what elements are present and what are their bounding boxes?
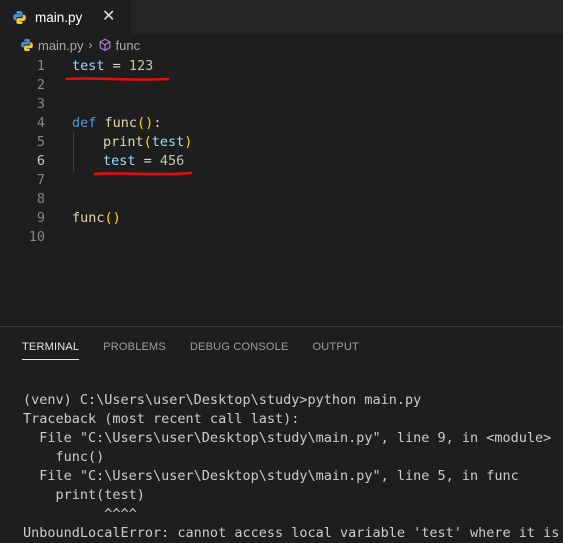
line-number: 8	[36, 190, 45, 207]
line-number: 6	[36, 152, 45, 169]
method-icon	[98, 38, 112, 52]
code-text: print(test)	[103, 134, 192, 150]
code-text: test = 123	[72, 58, 153, 74]
token-variable: test	[151, 133, 185, 150]
red-underline-annotation	[93, 171, 193, 176]
terminal-line: Traceback (most recent call last):	[23, 411, 300, 427]
code-line-7: 7	[0, 170, 563, 189]
code-text: func()	[72, 210, 121, 226]
code-text: def func():	[72, 115, 161, 131]
terminal-line: ^^^^	[23, 506, 137, 522]
tab-debug-console[interactable]: DEBUG CONSOLE	[190, 341, 289, 360]
line-number: 5	[36, 133, 45, 150]
token-number: 456	[159, 152, 185, 169]
breadcrumb: main.py › func	[0, 34, 563, 56]
line-number: 2	[36, 76, 45, 93]
tab-problems[interactable]: PROBLEMS	[103, 341, 166, 360]
code-line-5: 5 print(test)	[0, 132, 563, 151]
breadcrumb-file-label: main.py	[38, 37, 84, 53]
code-line-8: 8	[0, 189, 563, 208]
token-variable: test	[72, 57, 105, 74]
code-editor[interactable]: 1 test = 123 2 3 4 def func(): 5 print(t…	[0, 56, 563, 326]
token-operator: =	[135, 152, 160, 169]
token-function: func	[104, 114, 138, 131]
token-keyword: def	[72, 114, 97, 131]
code-line-6: 6 test = 456	[0, 151, 563, 170]
close-icon[interactable]: ✕	[102, 6, 115, 26]
red-underline-annotation	[65, 77, 170, 81]
token-operator: =	[104, 57, 129, 74]
line-number: 9	[36, 209, 45, 226]
token-paren: )	[184, 133, 193, 150]
code-line-3: 3	[0, 94, 563, 113]
tab-output[interactable]: OUTPUT	[313, 341, 359, 360]
token-function: print	[103, 133, 144, 150]
line-number: 3	[36, 95, 45, 112]
code-line-10: 10	[0, 227, 563, 246]
tab-main-py[interactable]: main.py ✕	[0, 0, 131, 34]
terminal-line: UnboundLocalError: cannot access local v…	[23, 525, 560, 541]
editor-tab-bar: main.py ✕	[0, 0, 563, 34]
token-function: func	[72, 209, 105, 226]
chevron-right-icon: ›	[88, 38, 93, 52]
code-line-9: 9 func()	[0, 208, 563, 227]
terminal-output[interactable]: (venv) C:\Users\user\Desktop\study>pytho…	[23, 391, 563, 543]
python-icon	[20, 38, 34, 52]
token-number: 123	[128, 57, 154, 74]
breadcrumb-file[interactable]: main.py	[20, 38, 84, 53]
terminal-line: File "C:\Users\user\Desktop\study\main.p…	[23, 468, 519, 484]
tab-label: main.py	[35, 9, 83, 25]
line-number: 10	[28, 228, 45, 245]
python-icon	[12, 10, 27, 25]
line-number: 7	[36, 171, 45, 188]
breadcrumb-symbol-label: func	[115, 37, 141, 53]
token-paren: (	[143, 133, 152, 150]
bottom-panel: TERMINAL PROBLEMS DEBUG CONSOLE OUTPUT (…	[0, 326, 563, 541]
terminal-line: func()	[23, 449, 105, 465]
tab-terminal[interactable]: TERMINAL	[22, 341, 80, 360]
line-number: 1	[36, 57, 45, 74]
panel-tabs: TERMINAL PROBLEMS DEBUG CONSOLE OUTPUT	[22, 341, 383, 360]
token-paren: ()	[104, 209, 121, 226]
line-number: 4	[36, 114, 45, 131]
code-line-4: 4 def func():	[0, 113, 563, 132]
code-text: test = 456	[103, 153, 184, 169]
breadcrumb-symbol[interactable]: func	[98, 37, 141, 53]
terminal-line: (venv) C:\Users\user\Desktop\study>pytho…	[23, 392, 422, 408]
terminal-line: print(test)	[23, 487, 145, 503]
token-colon: :	[153, 114, 162, 131]
terminal-line: File "C:\Users\user\Desktop\study\main.p…	[23, 430, 552, 446]
token-paren: ()	[137, 114, 154, 131]
token-variable: test	[103, 152, 136, 169]
